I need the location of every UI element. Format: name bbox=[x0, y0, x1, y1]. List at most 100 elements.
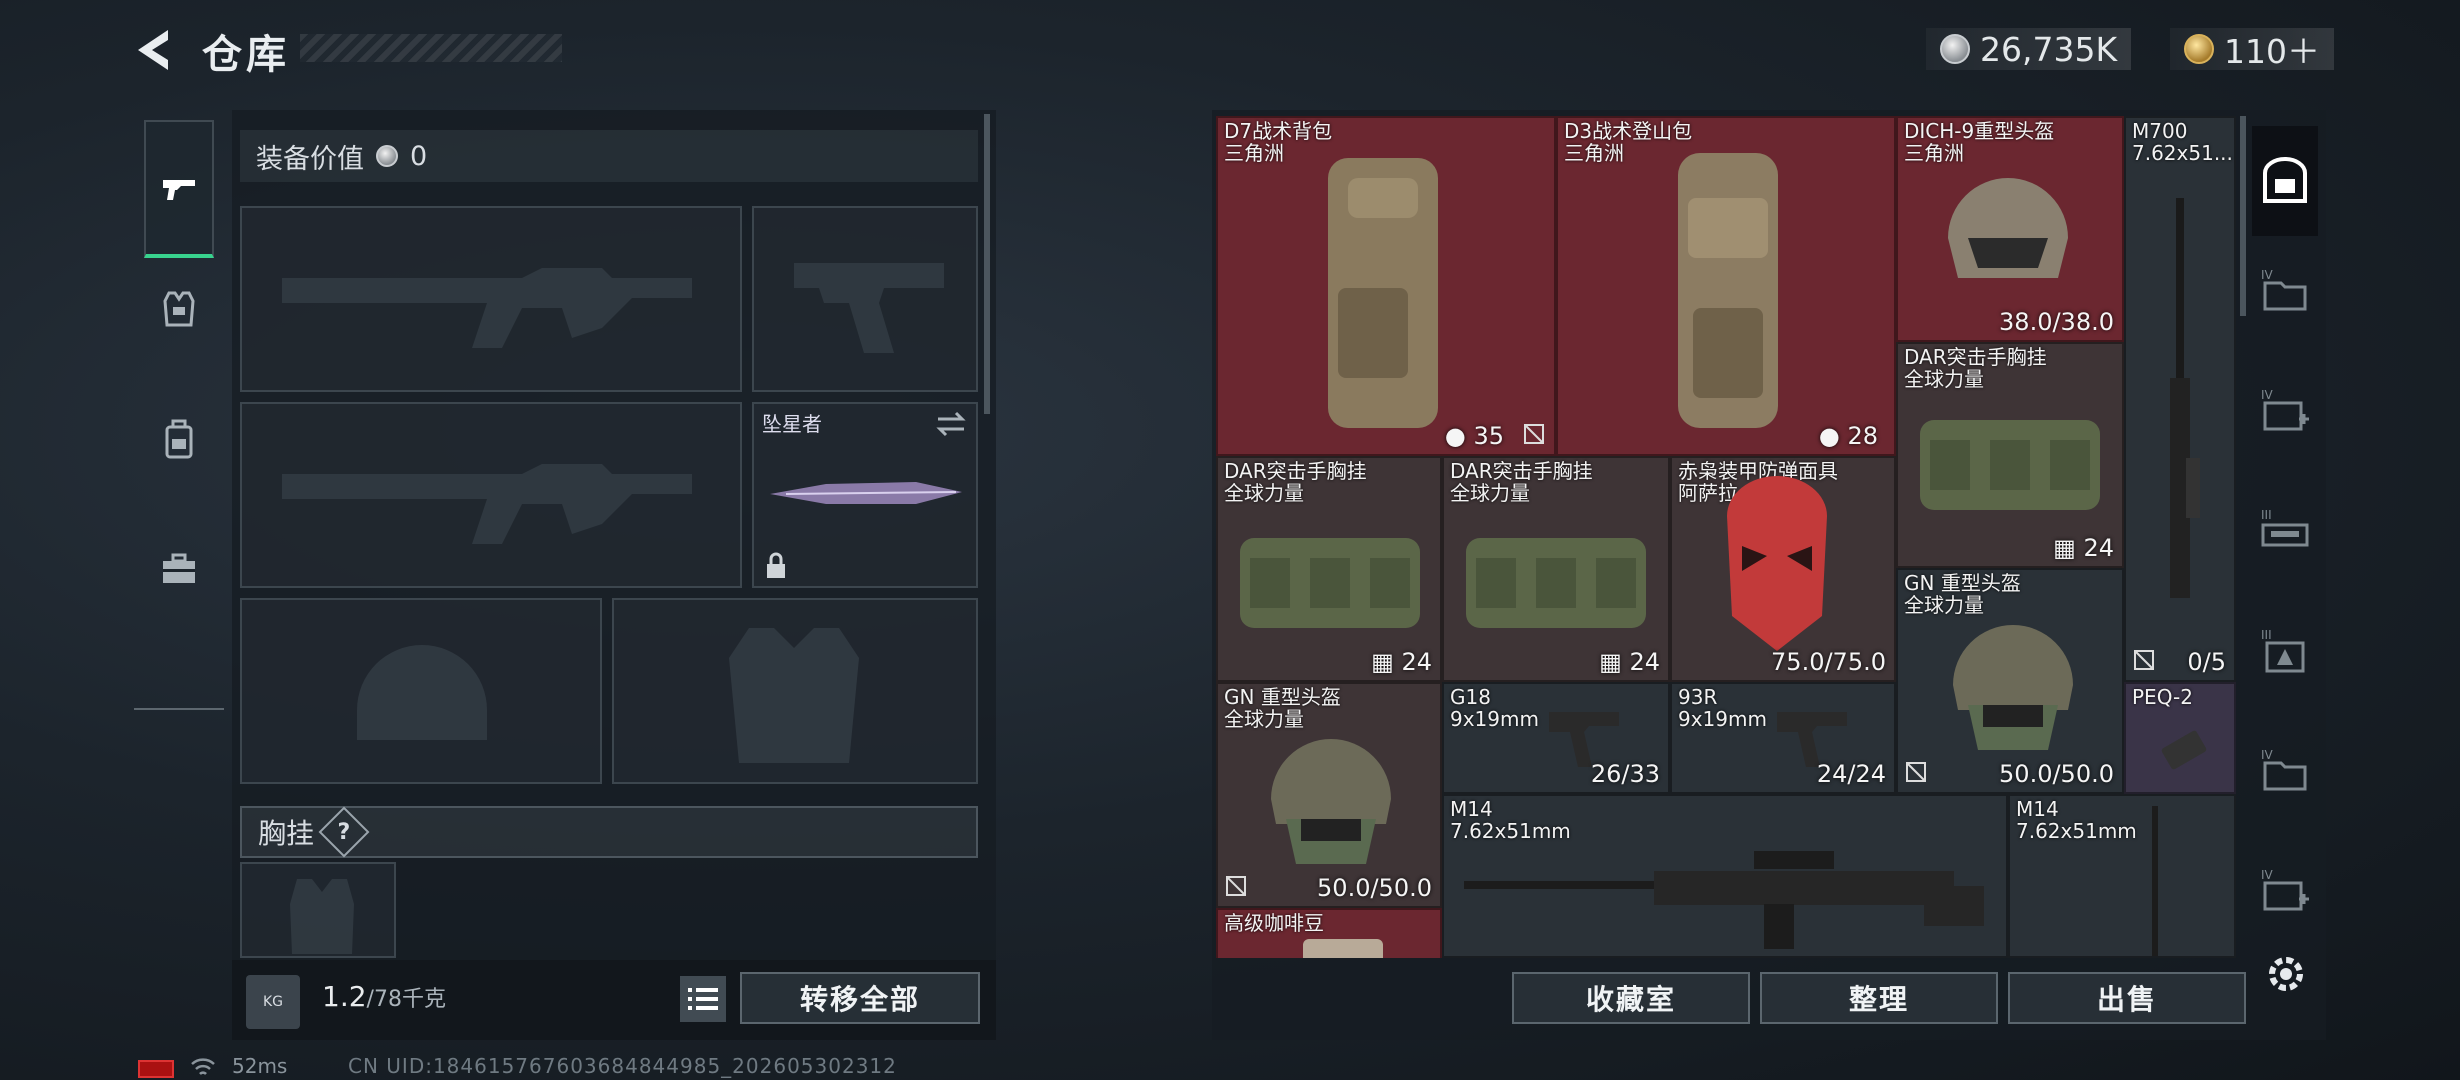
tab-safe-box[interactable] bbox=[2252, 126, 2318, 236]
backpack-art bbox=[1328, 158, 1438, 428]
equip-value: 0 bbox=[410, 140, 428, 172]
rifle-silhouette-icon bbox=[282, 268, 692, 348]
weight-icon: KG bbox=[246, 975, 300, 1029]
tab-container-5[interactable]: IV bbox=[2252, 716, 2318, 826]
currency-main-value: 26,735K bbox=[1980, 29, 2118, 69]
ping-readout: 52ms bbox=[232, 1054, 288, 1078]
weapon-case-icon: III bbox=[2261, 508, 2309, 547]
item-name: M14 bbox=[2016, 797, 2059, 821]
stash-container-tabs: IV IV III III IV IV bbox=[2252, 116, 2318, 936]
pistol-silhouette-icon bbox=[794, 263, 944, 353]
no-insure-icon bbox=[2134, 650, 2154, 670]
sniper-rifle-art bbox=[2170, 198, 2200, 598]
item-dar-chest-rig[interactable]: DAR突击手胸挂 全球力量 ▦ 24 bbox=[1442, 456, 1670, 682]
item-capacity: ▦ 24 bbox=[1371, 648, 1432, 676]
back-arrow-icon[interactable] bbox=[128, 22, 184, 78]
item-coffee-beans[interactable]: 高级咖啡豆 bbox=[1216, 908, 1442, 958]
item-dar-chest-rig[interactable]: DAR突击手胸挂 全球力量 ▦ 24 bbox=[1896, 342, 2124, 568]
ammo-case-icon: III bbox=[2261, 628, 2305, 673]
item-name: M700 bbox=[2132, 119, 2188, 143]
help-icon[interactable]: ? bbox=[318, 806, 370, 858]
rifle-art bbox=[2152, 806, 2158, 956]
battery-icon bbox=[138, 1060, 174, 1078]
list-view-button[interactable] bbox=[680, 976, 726, 1022]
currency-main[interactable]: 26,735K bbox=[1926, 28, 2132, 70]
item-durability: 38.0/38.0 bbox=[1999, 308, 2114, 336]
item-name: DICH-9重型头盔 bbox=[1904, 119, 2055, 143]
tab-toolbox[interactable] bbox=[144, 500, 214, 638]
safe-box-icon bbox=[2263, 157, 2307, 203]
equip-value-label: 装备价值 bbox=[256, 143, 364, 175]
tab-container-6[interactable]: IV bbox=[2252, 836, 2318, 946]
currency-premium[interactable]: 110＋ bbox=[2170, 28, 2334, 71]
backpack-art bbox=[1678, 153, 1778, 428]
chest-rig-art bbox=[1920, 420, 2100, 510]
chest-rig-art bbox=[1466, 538, 1646, 628]
coffee-bag-art bbox=[1303, 939, 1383, 958]
page-title: 仓库 bbox=[202, 32, 290, 78]
loadout-scrollbar[interactable] bbox=[984, 114, 990, 414]
gear-icon[interactable] bbox=[2262, 950, 2310, 998]
item-d7-backpack[interactable]: D7战术背包 三角洲 ● 35 bbox=[1216, 116, 1556, 456]
armor-vest-icon bbox=[163, 291, 195, 327]
rifle-art bbox=[1464, 851, 1984, 949]
sell-button[interactable]: 出售 bbox=[2008, 972, 2246, 1024]
item-gn-helmet[interactable]: GN 重型头盔 全球力量 50.0/50.0 bbox=[1896, 568, 2124, 794]
no-insure-icon bbox=[1524, 424, 1544, 444]
body-armor-slot[interactable] bbox=[612, 598, 978, 784]
item-d3-backpack[interactable]: D3战术登山包 三角洲 ● 28 bbox=[1556, 116, 1896, 456]
equipment-value-bar: 装备价值 0 bbox=[240, 130, 978, 182]
stash-scrollbar[interactable] bbox=[2240, 116, 2246, 316]
item-g18[interactable]: G18 9x19mm 26/33 bbox=[1442, 682, 1670, 794]
svg-text:IV: IV bbox=[2261, 868, 2274, 882]
item-sub: 全球力量 bbox=[1224, 481, 1304, 505]
item-m14[interactable]: M14 7.62x51mm bbox=[1442, 794, 2008, 958]
item-m700[interactable]: M700 7.62x51... 0/5 bbox=[2124, 116, 2236, 682]
helmet-art bbox=[1953, 625, 2073, 750]
chest-rig-art bbox=[1240, 538, 1420, 628]
svg-text:III: III bbox=[2261, 628, 2272, 642]
tab-container-3[interactable]: III bbox=[2252, 476, 2318, 586]
knife-art bbox=[770, 482, 962, 504]
item-name: DAR突击手胸挂 bbox=[1450, 459, 1593, 483]
item-m14[interactable]: M14 7.62x51mm bbox=[2008, 794, 2236, 958]
svg-text:III: III bbox=[2261, 508, 2272, 522]
item-gn-helmet[interactable]: GN 重型头盔 全球力量 50.0/50.0 bbox=[1216, 682, 1442, 908]
item-red-armor-mask[interactable]: 赤枭装甲防弹面具 阿萨拉 75.0/75.0 bbox=[1670, 456, 1896, 682]
tab-armor[interactable] bbox=[144, 240, 214, 378]
item-name: 93R bbox=[1678, 685, 1718, 709]
item-capacity: ▦ 24 bbox=[2053, 534, 2114, 562]
item-93r[interactable]: 93R 9x19mm 24/24 bbox=[1670, 682, 1896, 794]
melee-slot[interactable]: 坠星者 bbox=[752, 402, 978, 588]
laser-sight-art bbox=[2161, 730, 2207, 770]
tab-weapons[interactable] bbox=[144, 120, 214, 258]
item-sub: 9x19mm bbox=[1450, 707, 1539, 731]
item-durability: 50.0/50.0 bbox=[1317, 874, 1432, 902]
item-name: PEQ-2 bbox=[2132, 685, 2193, 709]
no-insure-icon bbox=[1226, 876, 1246, 896]
primary-weapon-slot[interactable] bbox=[240, 206, 742, 392]
secondary-weapon-slot[interactable] bbox=[240, 402, 742, 588]
toolbox-icon bbox=[163, 553, 195, 583]
transfer-all-button[interactable]: 转移全部 bbox=[740, 972, 980, 1024]
item-dar-chest-rig[interactable]: DAR突击手胸挂 全球力量 ▦ 24 bbox=[1216, 456, 1442, 682]
tab-container-1[interactable]: IV bbox=[2252, 236, 2318, 346]
tab-backpack[interactable] bbox=[144, 370, 214, 508]
secondary-pistol-slot[interactable] bbox=[752, 206, 978, 392]
chest-rig-slot[interactable] bbox=[240, 862, 396, 958]
backpack-icon bbox=[165, 419, 193, 459]
wifi-icon bbox=[191, 1058, 215, 1075]
tab-container-4[interactable]: III bbox=[2252, 596, 2318, 706]
item-name: GN 重型头盔 bbox=[1904, 571, 2021, 595]
item-peq2[interactable]: PEQ-2 bbox=[2124, 682, 2236, 794]
tab-container-2[interactable]: IV bbox=[2252, 356, 2318, 466]
swap-arrows-icon[interactable] bbox=[934, 410, 968, 438]
weight-max: /78千克 bbox=[366, 987, 446, 1012]
item-dich9-helmet[interactable]: DICH-9重型头盔 三角洲 38.0/38.0 bbox=[1896, 116, 2124, 342]
sort-button[interactable]: 整理 bbox=[1760, 972, 1998, 1024]
currency-premium-value: 110＋ bbox=[2224, 32, 2320, 71]
helmet-slot[interactable] bbox=[240, 598, 602, 784]
stash-grid[interactable]: D7战术背包 三角洲 ● 35 D3战术登山包 三角洲 ● 28 DICH-9重型头… bbox=[1216, 116, 2236, 958]
collection-room-button[interactable]: 收藏室 bbox=[1512, 972, 1750, 1024]
medical-case-icon: IV bbox=[2261, 388, 2309, 431]
